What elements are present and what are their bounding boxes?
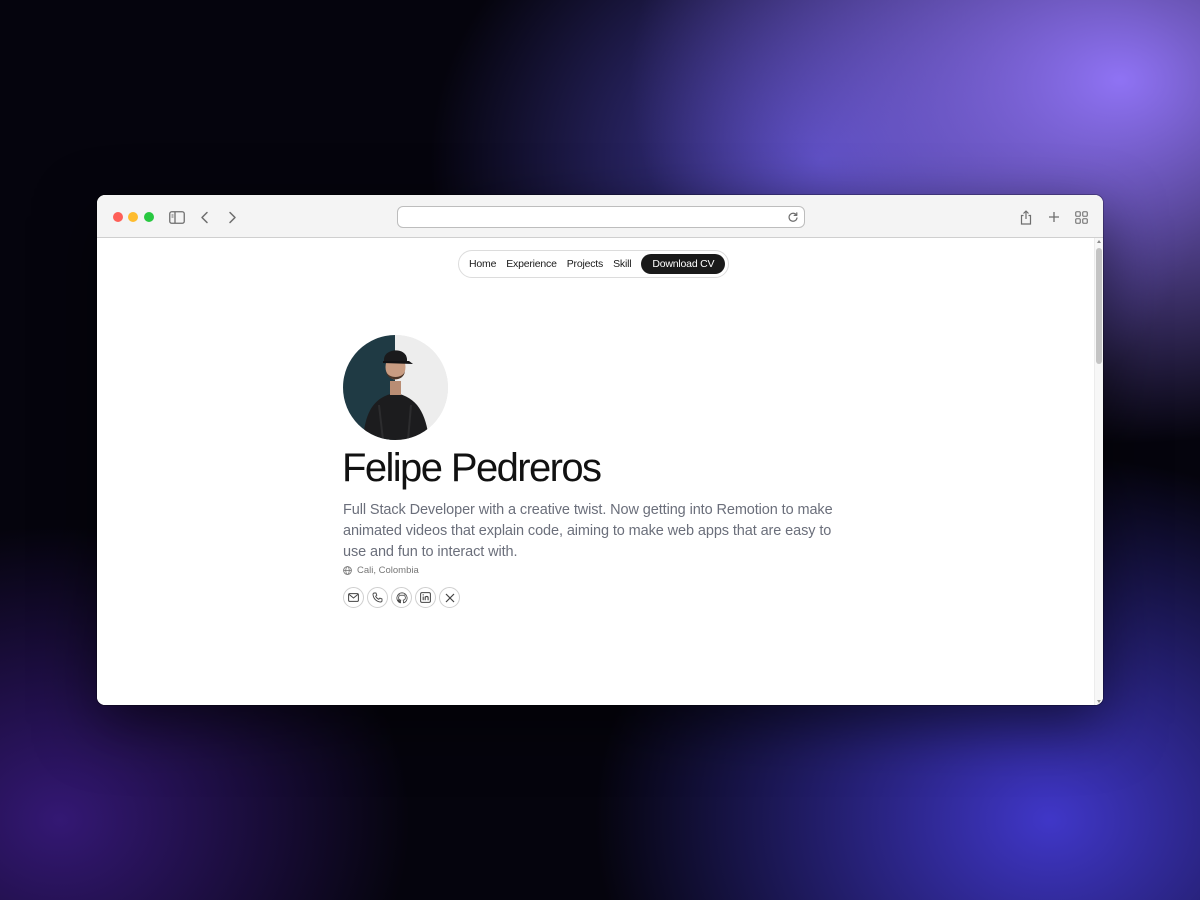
url-input[interactable] bbox=[408, 207, 768, 227]
scrollbar-thumb[interactable] bbox=[1096, 248, 1102, 364]
scroll-down-icon[interactable] bbox=[1097, 700, 1101, 703]
linkedin-icon[interactable] bbox=[415, 587, 436, 608]
github-icon[interactable] bbox=[391, 587, 412, 608]
nav-home[interactable]: Home bbox=[469, 258, 496, 270]
download-cv-button[interactable]: Download CV bbox=[641, 254, 726, 274]
minimize-window-button[interactable] bbox=[128, 212, 138, 222]
top-nav: Home Experience Projects Skill Download … bbox=[458, 250, 730, 278]
vertical-scrollbar[interactable] bbox=[1094, 238, 1103, 705]
browser-window: Home Experience Projects Skill Download … bbox=[97, 195, 1103, 705]
reload-icon[interactable] bbox=[786, 210, 800, 224]
profile-name: Felipe Pedreros bbox=[342, 446, 602, 490]
forward-icon[interactable] bbox=[222, 207, 242, 227]
globe-icon bbox=[343, 566, 352, 575]
scroll-up-icon[interactable] bbox=[1097, 240, 1101, 243]
tab-overview-icon[interactable] bbox=[1071, 207, 1091, 227]
maximize-window-button[interactable] bbox=[144, 212, 154, 222]
profile-bio: Full Stack Developer with a creative twi… bbox=[343, 502, 833, 560]
share-icon[interactable] bbox=[1016, 207, 1036, 227]
location: Cali, Colombia bbox=[343, 565, 419, 576]
location-text: Cali, Colombia bbox=[357, 565, 419, 576]
x-icon[interactable] bbox=[439, 587, 460, 608]
social-links bbox=[343, 587, 463, 608]
close-window-button[interactable] bbox=[113, 212, 123, 222]
back-icon[interactable] bbox=[194, 207, 214, 227]
mail-icon[interactable] bbox=[343, 587, 364, 608]
new-tab-icon[interactable] bbox=[1044, 207, 1064, 227]
sidebar-icon[interactable] bbox=[167, 207, 187, 227]
browser-toolbar bbox=[97, 195, 1103, 238]
nav-skill[interactable]: Skill bbox=[613, 258, 631, 270]
avatar bbox=[343, 335, 448, 440]
address-bar[interactable] bbox=[397, 206, 805, 228]
page-viewport: Home Experience Projects Skill Download … bbox=[97, 238, 1103, 705]
nav-projects[interactable]: Projects bbox=[567, 258, 604, 270]
nav-experience[interactable]: Experience bbox=[506, 258, 557, 270]
phone-icon[interactable] bbox=[367, 587, 388, 608]
